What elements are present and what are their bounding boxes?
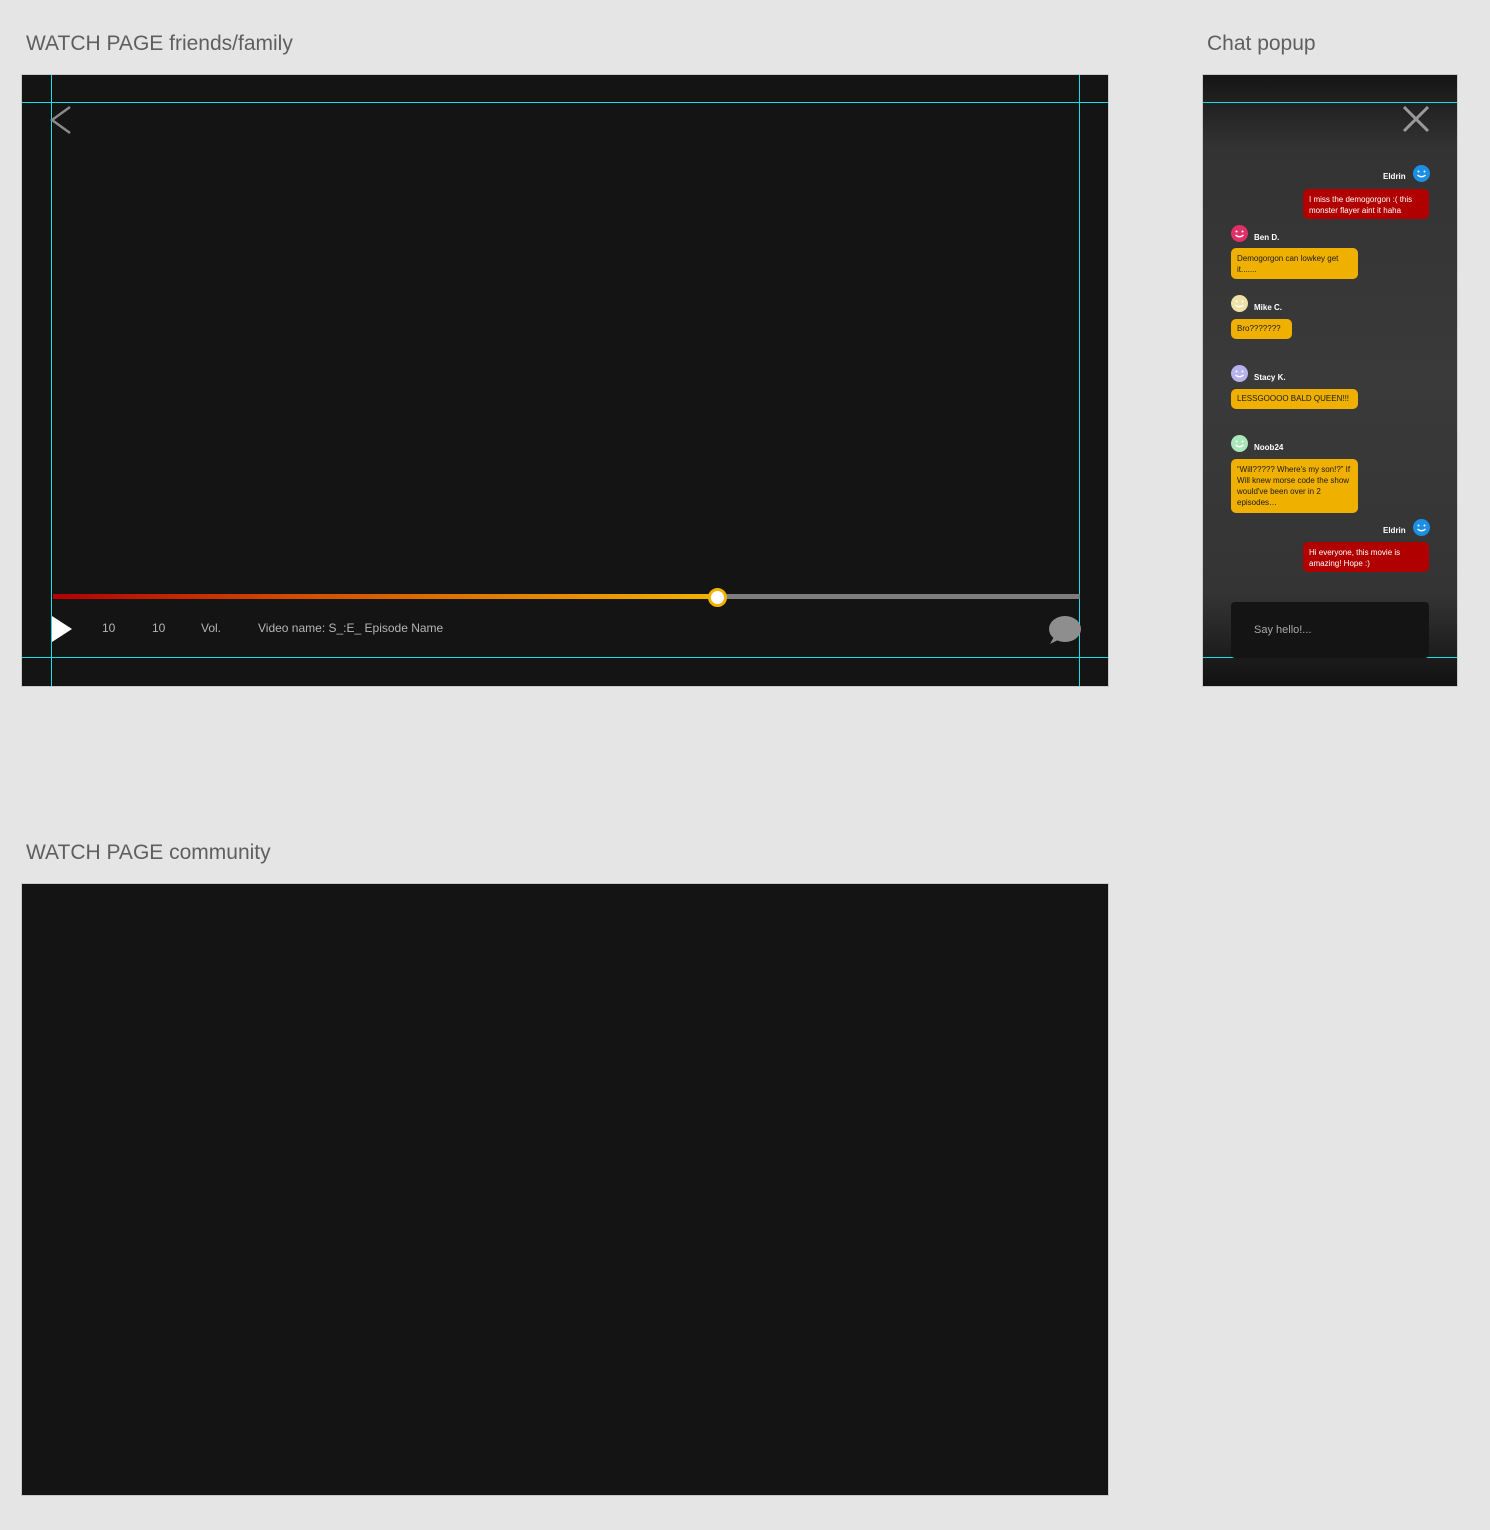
chat-bubble-icon[interactable] — [1046, 615, 1082, 645]
chat-message: Demogorgon can lowkey get it....... — [1231, 248, 1358, 279]
chat-message: Hi everyone, this movie is amazing! Hope… — [1303, 542, 1429, 572]
user-avatar-icon — [1413, 519, 1430, 536]
chat-popup-title: Chat popup — [1207, 32, 1316, 55]
user-avatar-icon — [1231, 225, 1248, 242]
play-icon[interactable] — [52, 616, 72, 642]
progress-bar[interactable] — [53, 588, 1080, 607]
watch-page-community — [21, 883, 1109, 1496]
layout-guide-top — [1203, 102, 1457, 103]
skip-forward-10-button[interactable]: 10 — [152, 621, 165, 635]
close-icon[interactable] — [1402, 105, 1430, 133]
chat-username: Stacy K. — [1254, 373, 1286, 382]
layout-guide-top — [22, 102, 1108, 103]
watch-page-friends-family: 10 10 Vol. Video name: S_:E_ Episode Nam… — [21, 74, 1109, 687]
volume-button[interactable]: Vol. — [201, 621, 221, 635]
chat-message-input[interactable] — [1231, 602, 1429, 658]
layout-guide-left — [51, 75, 52, 686]
user-avatar-icon — [1413, 165, 1430, 182]
user-avatar-icon — [1231, 365, 1248, 382]
skip-back-10-button[interactable]: 10 — [102, 621, 115, 635]
layout-guide-bottom — [22, 657, 1108, 658]
progress-scrubber-handle[interactable] — [708, 588, 728, 607]
chat-username: Mike C. — [1254, 303, 1283, 312]
user-avatar-icon — [1231, 435, 1248, 452]
chat-popup: Eldrin I miss the demogorgon :( this mon… — [1202, 74, 1458, 687]
progress-bar-fill — [53, 594, 718, 599]
chat-username: Noob24 — [1254, 443, 1284, 452]
chat-username: Eldrin — [1383, 526, 1406, 535]
user-avatar-icon — [1231, 295, 1248, 312]
chat-message: “Will????? Where's my son!?” If Will kne… — [1231, 459, 1358, 513]
video-name-label: Video name: S_:E_ Episode Name — [258, 621, 444, 635]
back-arrow-icon[interactable] — [48, 105, 74, 135]
chat-message: LESSGOOOO BALD QUEEN!!! — [1231, 389, 1358, 409]
watch-page-title: WATCH PAGE friends/family — [26, 32, 293, 55]
community-page-title: WATCH PAGE community — [26, 841, 271, 864]
chat-message: Bro??????? — [1231, 319, 1292, 339]
chat-username: Ben D. — [1254, 233, 1280, 242]
chat-message: I miss the demogorgon :( this monster fl… — [1303, 189, 1429, 219]
chat-username: Eldrin — [1383, 172, 1406, 181]
